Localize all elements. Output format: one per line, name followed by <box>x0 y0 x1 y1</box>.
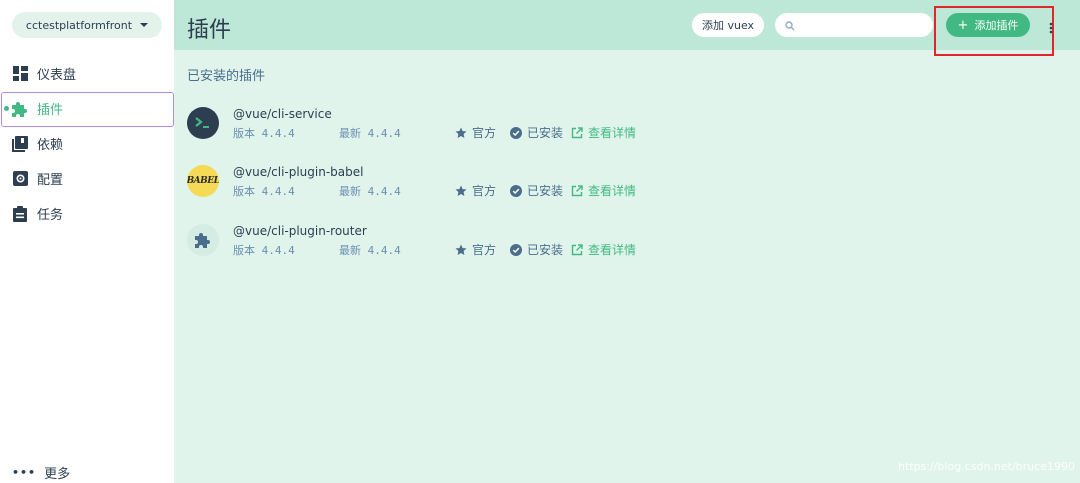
dashboard-icon <box>12 66 28 82</box>
sidebar-item-tasks[interactable]: 任务 <box>0 196 174 231</box>
installed-label: 已安装 <box>527 126 564 140</box>
details-label: 查看详情 <box>588 243 637 257</box>
sidebar-item-label: 配置 <box>37 173 64 188</box>
add-plugin-label: 添加插件 <box>974 19 1019 32</box>
library-icon <box>12 135 28 152</box>
page-title: 插件 <box>187 18 232 43</box>
vue-cli-service-logo <box>187 107 219 139</box>
star-icon <box>455 244 467 256</box>
installed-badge: 已安装 <box>510 241 563 258</box>
search-box <box>775 13 933 37</box>
puzzle-icon <box>12 101 28 117</box>
plugin-item: BABEL @vue/cli-plugin-babel 版本 4.4.4 最新 … <box>187 165 887 205</box>
plugin-name: @vue/cli-plugin-router <box>233 224 367 238</box>
sidebar-item-label: 依赖 <box>37 138 64 153</box>
babel-logo-text: BABEL <box>187 176 219 186</box>
plugin-name: @vue/cli-service <box>233 107 332 121</box>
installed-label: 已安装 <box>527 243 564 257</box>
sidebar-item-config[interactable]: 配置 <box>0 161 174 196</box>
chevron-down-icon <box>140 23 149 27</box>
official-label: 官方 <box>472 126 497 140</box>
external-link-icon <box>571 184 583 197</box>
sidebar-item-label: 仪表盘 <box>37 68 77 83</box>
star-icon <box>455 127 467 139</box>
official-label: 官方 <box>472 184 497 198</box>
official-badge: 官方 <box>455 124 496 141</box>
external-link-icon <box>571 126 583 139</box>
babel-logo: BABEL <box>187 165 219 197</box>
search-input[interactable] <box>801 18 931 32</box>
watermark: https://blog.csdn.net/bruce1990 <box>898 460 1075 473</box>
view-details-link[interactable]: 查看详情 <box>571 124 636 141</box>
official-badge: 官方 <box>455 241 496 258</box>
plugin-item: @vue/cli-plugin-router 版本 4.4.4 最新 4.4.4… <box>187 224 887 264</box>
external-link-icon <box>571 243 583 256</box>
official-badge: 官方 <box>455 182 496 199</box>
plugin-latest-version: 最新 4.4.4 <box>339 185 401 198</box>
more-icon: ••• <box>12 466 37 479</box>
sidebar-item-dependencies[interactable]: 依赖 <box>0 126 174 161</box>
installed-plugins-heading: 已安装的插件 <box>187 69 266 84</box>
installed-badge: 已安装 <box>510 124 563 141</box>
sidebar-more[interactable]: ••• 更多 <box>12 463 70 482</box>
sidebar-item-label: 插件 <box>37 103 64 118</box>
sidebar: cctestplatformfront 仪表盘 插件 依赖 配置 任务 ••• … <box>0 0 174 483</box>
plugin-latest-version: 最新 4.4.4 <box>339 127 401 140</box>
sidebar-item-label: 任务 <box>37 208 64 223</box>
installed-badge: 已安装 <box>510 182 563 199</box>
plugin-item: @vue/cli-service 版本 4.4.4 最新 4.4.4 官方 已安… <box>187 107 887 147</box>
installed-label: 已安装 <box>527 184 564 198</box>
active-indicator <box>4 106 9 111</box>
sidebar-item-dashboard[interactable]: 仪表盘 <box>0 56 174 91</box>
view-details-link[interactable]: 查看详情 <box>571 241 636 258</box>
plugin-version: 版本 4.4.4 <box>233 244 295 257</box>
search-icon <box>785 16 795 35</box>
settings-icon <box>12 171 28 187</box>
puzzle-icon <box>187 224 219 256</box>
details-label: 查看详情 <box>588 184 637 198</box>
add-vuex-button[interactable]: 添加 vuex <box>692 13 764 37</box>
plus-icon: + <box>957 17 969 33</box>
plugin-latest-version: 最新 4.4.4 <box>339 244 401 257</box>
plugin-name: @vue/cli-plugin-babel <box>233 165 364 179</box>
official-label: 官方 <box>472 243 497 257</box>
top-bar: 插件 添加 vuex + 添加插件 <box>174 0 1080 56</box>
add-plugin-button[interactable]: + 添加插件 <box>946 13 1030 37</box>
clipboard-icon <box>12 205 28 222</box>
star-icon <box>455 185 467 197</box>
plugin-version: 版本 4.4.4 <box>233 185 295 198</box>
details-label: 查看详情 <box>588 126 637 140</box>
sidebar-nav: 仪表盘 插件 依赖 配置 任务 <box>0 56 174 231</box>
more-label: 更多 <box>44 467 71 482</box>
project-selector[interactable]: cctestplatformfront <box>12 12 162 38</box>
view-details-link[interactable]: 查看详情 <box>571 182 636 199</box>
sidebar-item-plugins[interactable]: 插件 <box>0 91 174 127</box>
check-circle-icon <box>510 126 522 139</box>
project-name: cctestplatformfront <box>25 18 133 32</box>
check-circle-icon <box>510 243 522 256</box>
check-circle-icon <box>510 184 522 197</box>
more-vertical-icon[interactable] <box>1049 19 1053 34</box>
plugin-version: 版本 4.4.4 <box>233 127 295 140</box>
